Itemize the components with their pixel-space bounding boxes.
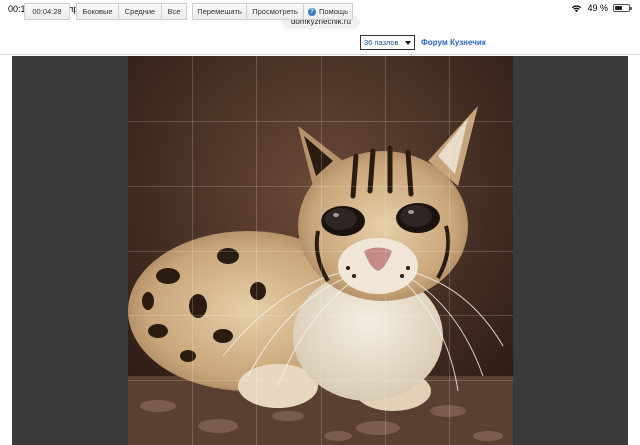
shuffle-button[interactable]: Перемешать	[192, 3, 247, 20]
battery-percent: 49 %	[587, 3, 608, 13]
grid-line-horizontal	[128, 380, 513, 381]
timer-display: 00:04:28	[24, 3, 70, 20]
forum-link[interactable]: Форум Кузнечик	[421, 38, 486, 47]
help-button[interactable]: ? Помощь	[303, 3, 353, 20]
grid-line-horizontal	[128, 315, 513, 316]
dropdown-arrow-icon	[405, 41, 411, 45]
grid-line-horizontal	[128, 186, 513, 187]
pieces-count-select[interactable]: 36 пазлов	[360, 35, 415, 50]
preview-button[interactable]: Просмотреть	[246, 3, 304, 20]
puzzle-image[interactable]	[128, 56, 513, 445]
help-label: Помощь	[319, 7, 348, 16]
grid-line-horizontal	[128, 251, 513, 252]
wifi-icon	[572, 4, 582, 12]
grid-line-horizontal	[128, 121, 513, 122]
help-icon: ?	[308, 7, 317, 16]
edge-pieces-button[interactable]: Боковые	[76, 3, 119, 20]
puzzle-toolbar	[0, 31, 640, 55]
pieces-count-value: 36 пазлов	[364, 38, 399, 47]
battery-icon	[613, 4, 632, 12]
battery-level	[615, 6, 623, 10]
puzzle-board	[12, 56, 628, 445]
middle-pieces-button[interactable]: Средние	[118, 3, 162, 20]
all-pieces-button[interactable]: Все	[161, 3, 187, 20]
